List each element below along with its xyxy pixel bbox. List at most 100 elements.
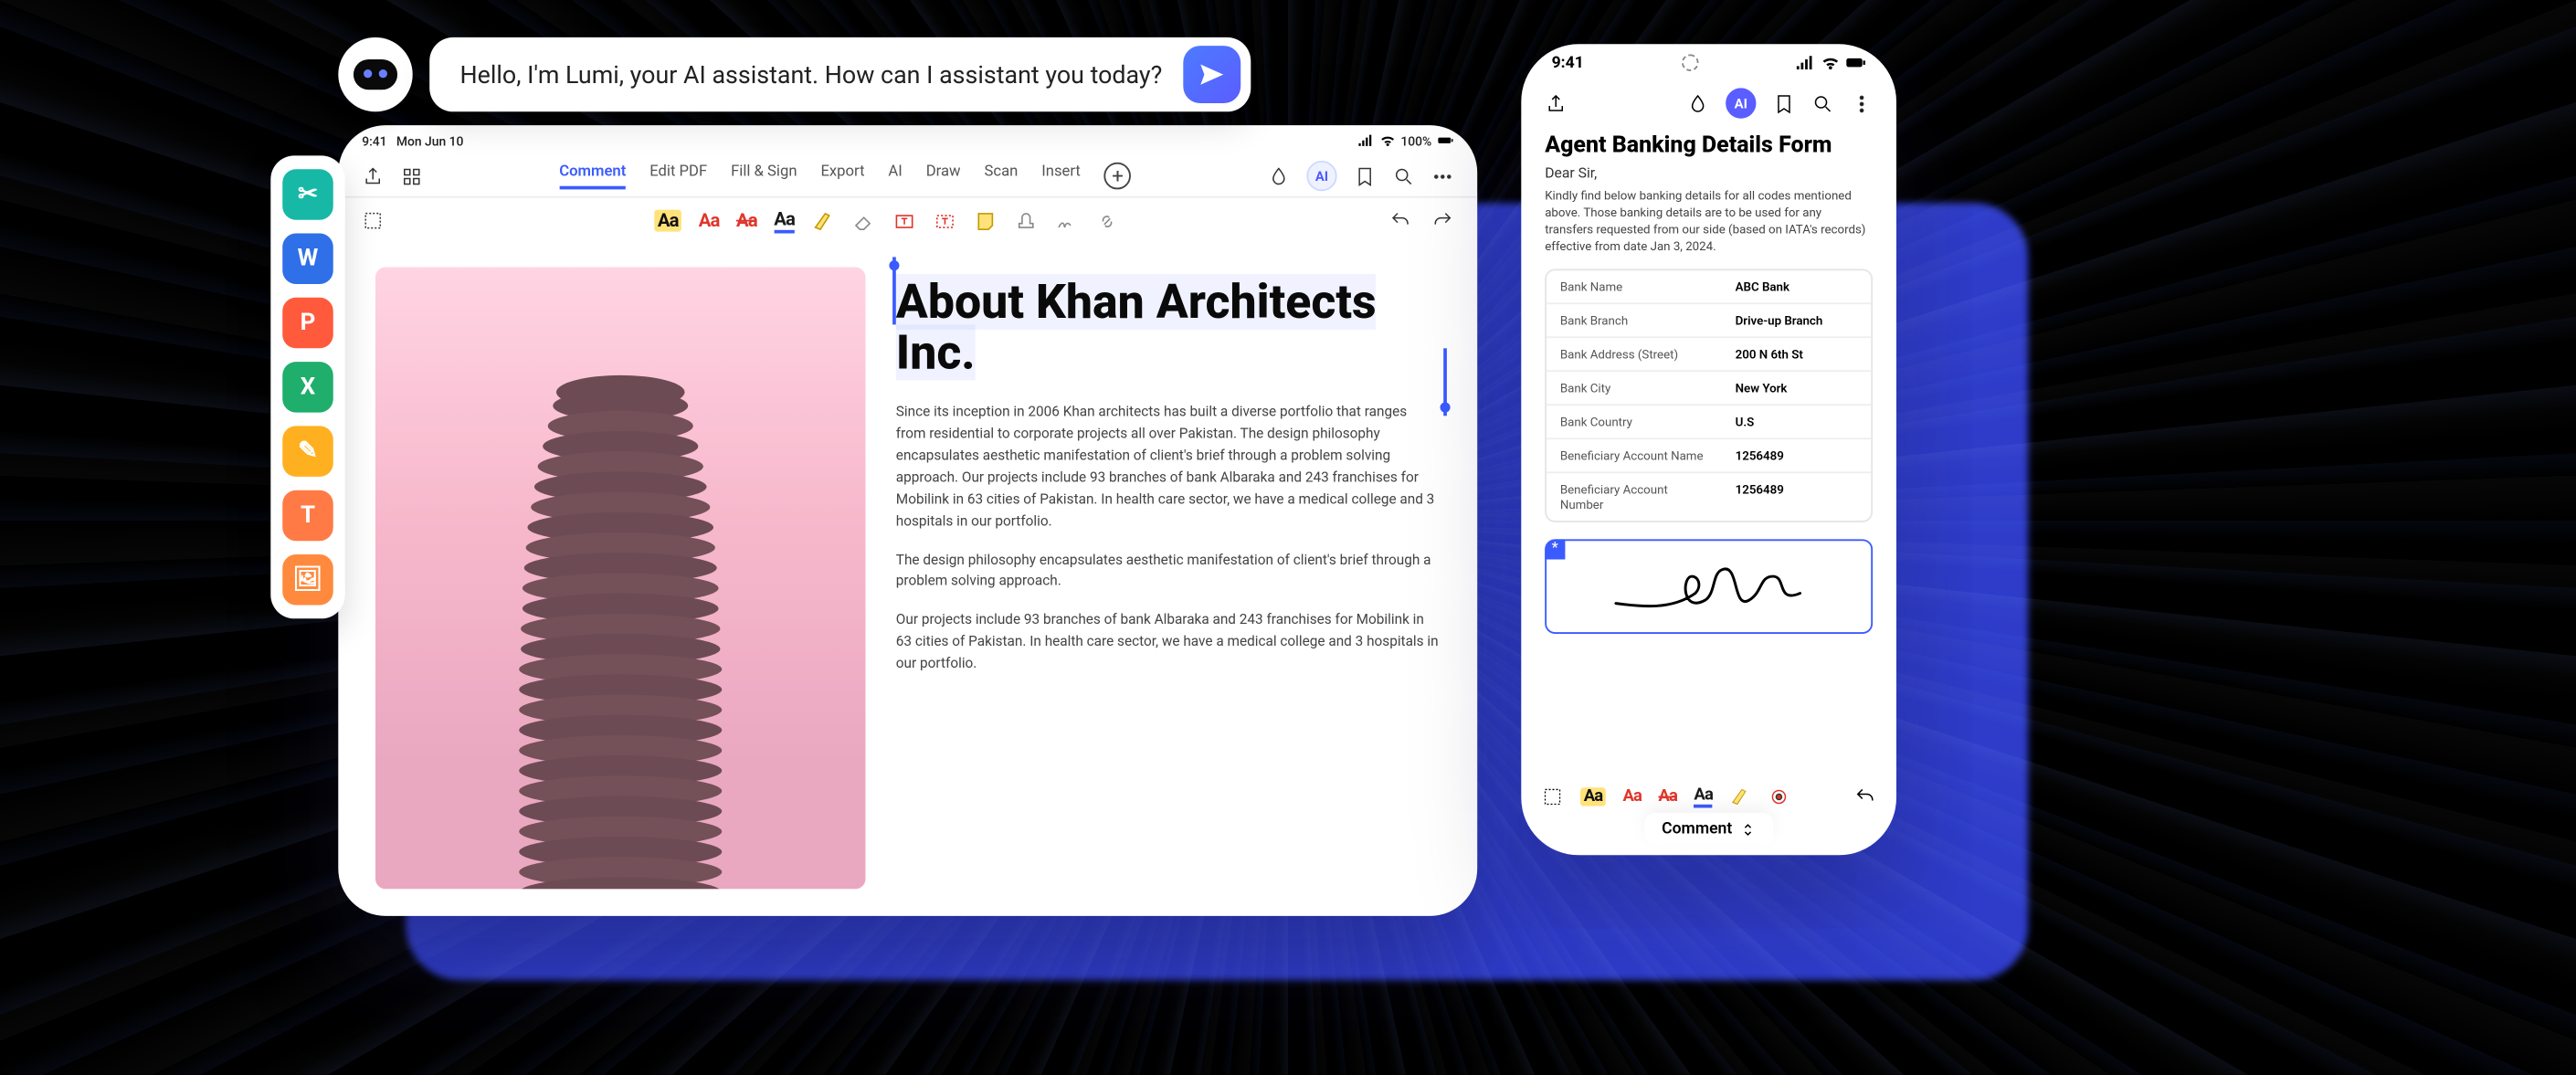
tablet-status-bar: 9:41 Mon Jun 10 100%	[338, 125, 1477, 155]
dock-item-trim[interactable]: ✂	[282, 169, 333, 220]
tablet-device: 9:41 Mon Jun 10 100% Comment Edit PDF Fi…	[338, 125, 1477, 916]
underline-tool[interactable]: Aa	[1694, 785, 1712, 807]
select-tool-icon[interactable]	[362, 210, 384, 232]
cell-value: U.S	[1722, 406, 1871, 438]
table-row: Beneficiary Account Number1256489	[1547, 472, 1871, 522]
file-type-dock: ✂ W P X ✎ T 🖼	[270, 155, 344, 618]
marker-tool-icon[interactable]	[811, 209, 835, 233]
dock-item-excel[interactable]: X	[282, 362, 333, 413]
chevron-updown-icon	[1739, 820, 1757, 838]
search-icon[interactable]	[1812, 92, 1834, 114]
status-time: 9:41	[362, 132, 386, 148]
battery-icon	[1437, 132, 1454, 150]
text-red-tool[interactable]: Aa	[1622, 787, 1641, 806]
document-title[interactable]: About Khan Architects Inc.	[896, 278, 1441, 380]
dock-item-image[interactable]: 🖼	[282, 554, 333, 606]
tab-draw[interactable]: Draw	[926, 163, 961, 189]
selection-caret-end	[1443, 349, 1447, 416]
building-illustration: placeholder	[493, 358, 747, 889]
form-intro: Kindly find below banking details for al…	[1545, 188, 1873, 257]
cell-key: Bank Branch	[1547, 305, 1722, 337]
wifi-icon	[1378, 132, 1396, 150]
note-tool-icon[interactable]	[974, 209, 998, 233]
add-tab-button[interactable]: +	[1104, 163, 1132, 190]
underline-tool[interactable]: Aa	[774, 208, 795, 234]
search-icon[interactable]	[1393, 165, 1415, 187]
camera-dot-icon	[1681, 54, 1698, 71]
document-paragraph-3[interactable]: Our projects include 93 branches of bank…	[896, 611, 1441, 676]
ai-send-button[interactable]	[1182, 46, 1240, 103]
undo-icon[interactable]	[1854, 785, 1876, 807]
redo-icon[interactable]	[1431, 210, 1453, 232]
share-icon[interactable]	[362, 165, 384, 187]
ai-greeting: Hello, I'm Lumi, your AI assistant. How …	[459, 60, 1162, 89]
cell-value: Drive-up Branch	[1722, 305, 1871, 337]
stamp-tool-icon[interactable]	[1014, 209, 1038, 233]
ai-badge[interactable]: AI	[1726, 88, 1756, 118]
undo-icon[interactable]	[1389, 210, 1411, 232]
select-tool-icon[interactable]	[1542, 785, 1564, 807]
phone-status-time: 9:41	[1552, 53, 1584, 71]
marker-tool-icon[interactable]	[1729, 785, 1751, 807]
tab-comment[interactable]: Comment	[559, 163, 626, 189]
battery-icon	[1846, 53, 1866, 73]
cell-key: Beneficiary Account Name	[1547, 440, 1722, 472]
cell-value: ABC Bank	[1722, 271, 1871, 303]
document-paragraph-1[interactable]: Since its inception in 2006 Khan archite…	[896, 403, 1441, 533]
tab-insert[interactable]: Insert	[1041, 163, 1081, 189]
dock-item-edit[interactable]: ✎	[282, 426, 333, 477]
strikethrough-tool[interactable]: Aa	[736, 210, 757, 232]
highlight-tool[interactable]: Aa	[1580, 787, 1606, 806]
more-icon[interactable]	[1851, 92, 1873, 114]
phone-app-header: AI	[1521, 81, 1896, 125]
more-icon[interactable]	[1431, 165, 1453, 187]
bookmark-icon[interactable]	[1354, 165, 1376, 187]
cell-value: 1256489	[1722, 474, 1871, 522]
dock-item-text[interactable]: T	[282, 490, 333, 542]
cell-value: 200 N 6th St	[1722, 339, 1871, 371]
ai-avatar[interactable]	[338, 37, 412, 111]
signature-tool-icon[interactable]	[1055, 209, 1079, 233]
phone-device: 9:41 AI Agent Banking Details Form Dear …	[1521, 44, 1896, 855]
tab-ai[interactable]: AI	[888, 163, 902, 189]
eraser-tool-icon[interactable]	[852, 209, 876, 233]
highlight-tool[interactable]: Aa	[654, 210, 681, 232]
tablet-app-header: Comment Edit PDF Fill & Sign Export AI D…	[338, 155, 1477, 195]
table-row: Bank BranchDrive-up Branch	[1547, 303, 1871, 337]
textbox-tool-icon[interactable]	[892, 209, 916, 233]
tab-export[interactable]: Export	[820, 163, 864, 189]
tab-fill-sign[interactable]: Fill & Sign	[731, 163, 797, 189]
table-row: Bank Address (Street)200 N 6th St	[1547, 337, 1871, 371]
document-paragraph-2[interactable]: The design philosophy encapsulates aesth…	[896, 551, 1441, 595]
text-tool-icon[interactable]	[934, 209, 957, 233]
tab-edit-pdf[interactable]: Edit PDF	[649, 163, 707, 189]
drop-icon[interactable]	[1687, 92, 1709, 114]
ai-badge[interactable]: AI	[1306, 161, 1336, 191]
share-icon[interactable]	[1545, 92, 1567, 114]
ai-message-bubble[interactable]: Hello, I'm Lumi, your AI assistant. How …	[429, 37, 1250, 111]
dock-item-word[interactable]: W	[282, 234, 333, 285]
record-tool-icon[interactable]	[1768, 785, 1790, 807]
grid-icon[interactable]	[401, 165, 423, 187]
phone-document: Agent Banking Details Form Dear Sir, Kin…	[1521, 125, 1896, 634]
cell-key: Beneficiary Account Number	[1547, 474, 1722, 522]
text-red-tool[interactable]: Aa	[699, 210, 720, 232]
dock-item-powerpoint[interactable]: P	[282, 298, 333, 349]
signature-field[interactable]: *	[1545, 540, 1873, 635]
mode-selector[interactable]: Comment	[1645, 813, 1773, 845]
form-salutation: Dear Sir,	[1545, 166, 1873, 184]
cell-key: Bank Name	[1547, 271, 1722, 303]
bookmark-icon[interactable]	[1773, 92, 1795, 114]
ai-face-icon	[354, 59, 397, 90]
table-row: Beneficiary Account Name1256489	[1547, 438, 1871, 472]
link-tool-icon[interactable]	[1095, 209, 1119, 233]
table-row: Bank CityNew York	[1547, 371, 1871, 405]
table-row: Bank CountryU.S	[1547, 405, 1871, 438]
signature-glyph	[1608, 553, 1811, 621]
drop-icon[interactable]	[1268, 165, 1290, 187]
tab-scan[interactable]: Scan	[984, 163, 1018, 189]
document-hero-image: placeholder	[375, 268, 866, 890]
signal-icon	[1357, 132, 1374, 150]
strikethrough-tool[interactable]: Aa	[1658, 787, 1676, 806]
document-canvas: placeholder	[338, 244, 1477, 916]
